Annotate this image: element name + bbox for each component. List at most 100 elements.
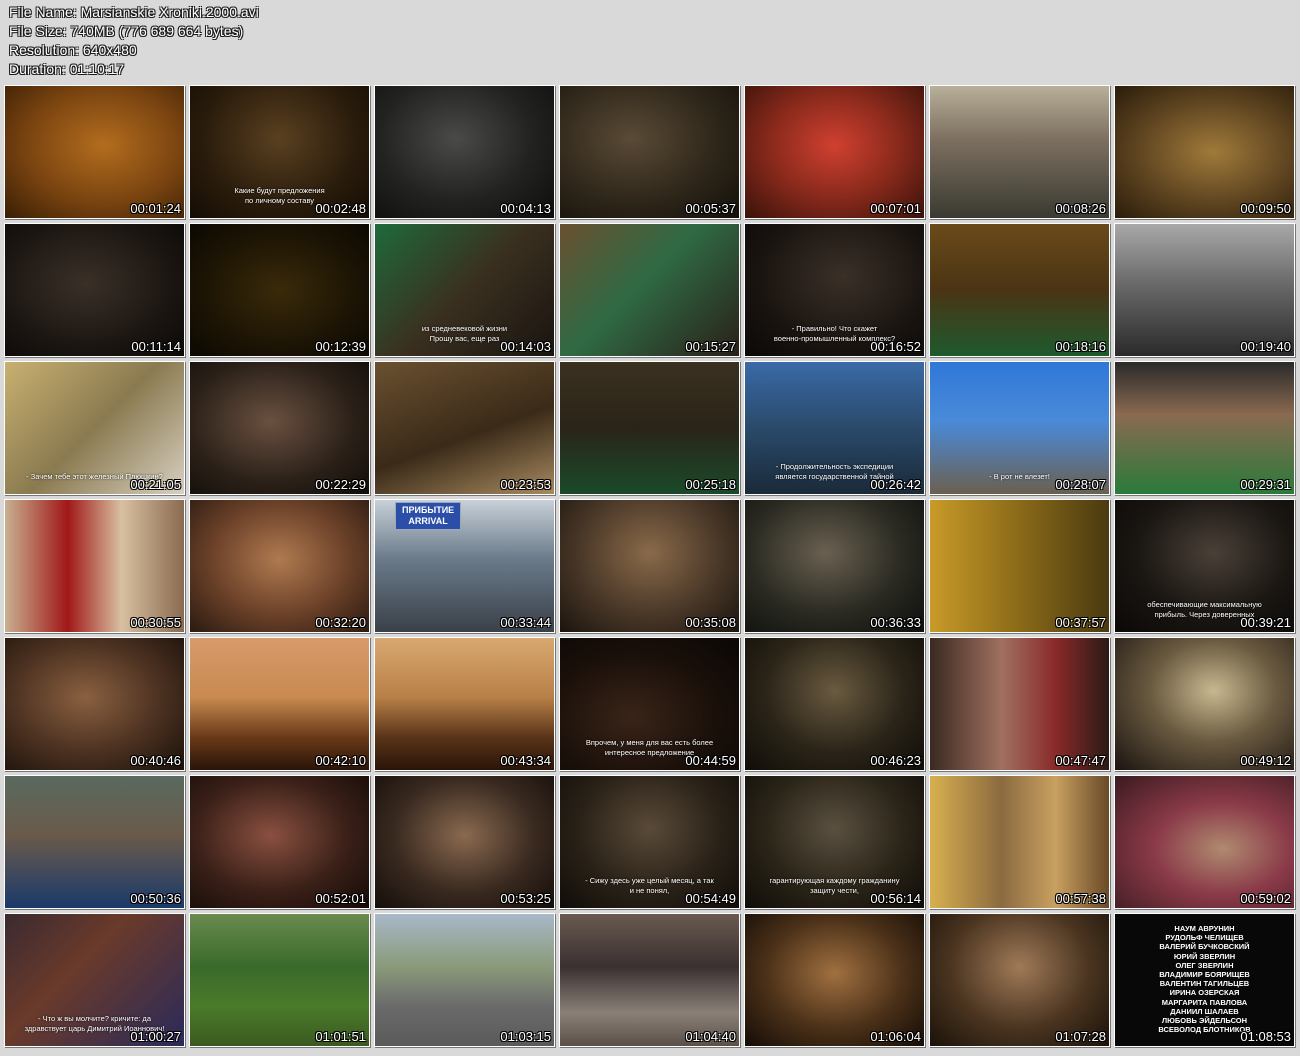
thumbnail-grid: 00:01:24 Какие будут предложения по лично… — [4, 85, 1295, 1047]
video-thumbnail[interactable]: 00:35:08 — [559, 499, 740, 633]
timestamp: 00:49:12 — [1240, 753, 1291, 768]
timestamp: 00:28:07 — [1055, 477, 1106, 492]
file-size: File Size: 740MB (776 689 664 bytes) — [9, 23, 244, 39]
duration: Duration: 01:10:17 — [9, 61, 125, 77]
credits-text: НАУМ АВРУНИН РУДОЛЬФ ЧЕЛИЩЕВ ВАЛЕРИЙ БУЧ… — [1158, 924, 1251, 1035]
timestamp: 01:06:04 — [870, 1029, 921, 1044]
video-thumbnail[interactable]: 00:08:26 — [929, 85, 1110, 219]
video-thumbnail[interactable]: 00:18:16 — [929, 223, 1110, 357]
timestamp: 00:43:34 — [500, 753, 551, 768]
file-name: File Name: Marsianskie Xroniki.2000.avi — [9, 4, 259, 20]
video-thumbnail[interactable]: 01:04:40 — [559, 913, 740, 1047]
timestamp: 00:23:53 — [500, 477, 551, 492]
video-thumbnail[interactable]: обеспечивающие максимальную прибыль. Чер… — [1114, 499, 1295, 633]
video-thumbnail[interactable]: 00:53:25 — [374, 775, 555, 909]
timestamp: 01:00:27 — [130, 1029, 181, 1044]
video-thumbnail[interactable]: 00:50:36 — [4, 775, 185, 909]
timestamp: 00:26:42 — [870, 477, 921, 492]
video-thumbnail[interactable]: 00:04:13 — [374, 85, 555, 219]
timestamp: 00:37:57 — [1055, 615, 1106, 630]
video-thumbnail[interactable]: 00:32:20 — [189, 499, 370, 633]
video-thumbnail[interactable]: 00:40:46 — [4, 637, 185, 771]
video-thumbnail[interactable]: из средневековой жизни Прошу вас, еще ра… — [374, 223, 555, 357]
video-thumbnail[interactable]: 00:47:47 — [929, 637, 1110, 771]
timestamp: 00:50:36 — [130, 891, 181, 906]
timestamp: 00:36:33 — [870, 615, 921, 630]
video-thumbnail[interactable]: 00:46:23 — [744, 637, 925, 771]
timestamp: 00:02:48 — [315, 201, 366, 216]
timestamp: 00:25:18 — [685, 477, 736, 492]
video-thumbnail[interactable]: 00:42:10 — [189, 637, 370, 771]
timestamp: 00:53:25 — [500, 891, 551, 906]
timestamp: 00:42:10 — [315, 753, 366, 768]
video-thumbnail[interactable]: Какие будут предложения по личному соста… — [189, 85, 370, 219]
timestamp: 00:19:40 — [1240, 339, 1291, 354]
video-thumbnail[interactable]: 00:12:39 — [189, 223, 370, 357]
video-thumbnail[interactable]: 01:07:28 — [929, 913, 1110, 1047]
video-thumbnail[interactable]: 00:11:14 — [4, 223, 185, 357]
video-thumbnail[interactable]: 00:49:12 — [1114, 637, 1295, 771]
timestamp: 00:15:27 — [685, 339, 736, 354]
timestamp: 00:07:01 — [870, 201, 921, 216]
timestamp: 00:47:47 — [1055, 753, 1106, 768]
timestamp: 00:33:44 — [500, 615, 551, 630]
resolution: Resolution: 640x480 — [9, 42, 137, 58]
video-thumbnail[interactable]: 00:09:50 — [1114, 85, 1295, 219]
video-thumbnail[interactable]: - Продолжительность экспедиции является … — [744, 361, 925, 495]
video-thumbnail[interactable]: 01:01:51 — [189, 913, 370, 1047]
timestamp: 00:35:08 — [685, 615, 736, 630]
timestamp: 00:21:05 — [130, 477, 181, 492]
timestamp: 00:39:21 — [1240, 615, 1291, 630]
video-thumbnail[interactable]: 00:07:01 — [744, 85, 925, 219]
video-thumbnail[interactable]: 00:36:33 — [744, 499, 925, 633]
video-thumbnail[interactable]: 00:59:02 — [1114, 775, 1295, 909]
timestamp: 00:52:01 — [315, 891, 366, 906]
video-thumbnail[interactable]: Впрочем, у меня для вас есть более интер… — [559, 637, 740, 771]
timestamp: 01:01:51 — [315, 1029, 366, 1044]
video-thumbnail[interactable]: 00:15:27 — [559, 223, 740, 357]
video-thumbnail[interactable]: 00:30:55 — [4, 499, 185, 633]
video-thumbnail[interactable]: 00:25:18 — [559, 361, 740, 495]
timestamp: 00:04:13 — [500, 201, 551, 216]
video-thumbnail[interactable]: 00:43:34 — [374, 637, 555, 771]
video-thumbnail[interactable]: 00:22:29 — [189, 361, 370, 495]
video-thumbnail[interactable]: - Зачем тебе этот железный Плюшкин? 00:21… — [4, 361, 185, 495]
timestamp: 01:08:53 — [1240, 1029, 1291, 1044]
timestamp: 00:09:50 — [1240, 201, 1291, 216]
timestamp: 00:40:46 — [130, 753, 181, 768]
video-thumbnail[interactable]: 00:37:57 — [929, 499, 1110, 633]
timestamp: 00:08:26 — [1055, 201, 1106, 216]
video-thumbnail[interactable]: 01:06:04 — [744, 913, 925, 1047]
arrival-sign: ПРИБЫТИЕ ARRIVAL — [395, 502, 462, 530]
timestamp: 00:59:02 — [1240, 891, 1291, 906]
video-thumbnail[interactable]: - Что ж вы молчите? кричите: да здравств… — [4, 913, 185, 1047]
video-thumbnail[interactable]: 00:23:53 — [374, 361, 555, 495]
timestamp: 00:44:59 — [685, 753, 736, 768]
timestamp: 01:07:28 — [1055, 1029, 1106, 1044]
video-thumbnail[interactable]: ПРИБЫТИЕ ARRIVAL 00:33:44 — [374, 499, 555, 633]
video-thumbnail[interactable]: НАУМ АВРУНИН РУДОЛЬФ ЧЕЛИЩЕВ ВАЛЕРИЙ БУЧ… — [1114, 913, 1295, 1047]
timestamp: 00:05:37 — [685, 201, 736, 216]
video-thumbnail[interactable]: 00:29:31 — [1114, 361, 1295, 495]
timestamp: 01:04:40 — [685, 1029, 736, 1044]
video-thumbnail[interactable]: 00:57:38 — [929, 775, 1110, 909]
timestamp: 00:11:14 — [131, 339, 181, 354]
timestamp: 00:18:16 — [1055, 339, 1106, 354]
video-thumbnail[interactable]: - В рот не влезет! 00:28:07 — [929, 361, 1110, 495]
timestamp: 00:57:38 — [1055, 891, 1106, 906]
video-thumbnail[interactable]: 00:19:40 — [1114, 223, 1295, 357]
timestamp: 00:22:29 — [315, 477, 366, 492]
video-thumbnail[interactable]: - Правильно! Что скажет военно-промышлен… — [744, 223, 925, 357]
video-thumbnail[interactable]: 01:03:15 — [374, 913, 555, 1047]
video-thumbnail[interactable]: - Сижу здесь уже целый месяц, а так и не… — [559, 775, 740, 909]
timestamp: 00:30:55 — [130, 615, 181, 630]
timestamp: 01:03:15 — [500, 1029, 551, 1044]
timestamp: 00:16:52 — [870, 339, 921, 354]
video-thumbnail[interactable]: 00:01:24 — [4, 85, 185, 219]
video-thumbnail[interactable]: 00:05:37 — [559, 85, 740, 219]
timestamp: 00:46:23 — [870, 753, 921, 768]
video-thumbnail[interactable]: 00:52:01 — [189, 775, 370, 909]
timestamp: 00:14:03 — [500, 339, 551, 354]
timestamp: 00:56:14 — [870, 891, 921, 906]
video-thumbnail[interactable]: гарантирующая каждому гражданину защиту … — [744, 775, 925, 909]
